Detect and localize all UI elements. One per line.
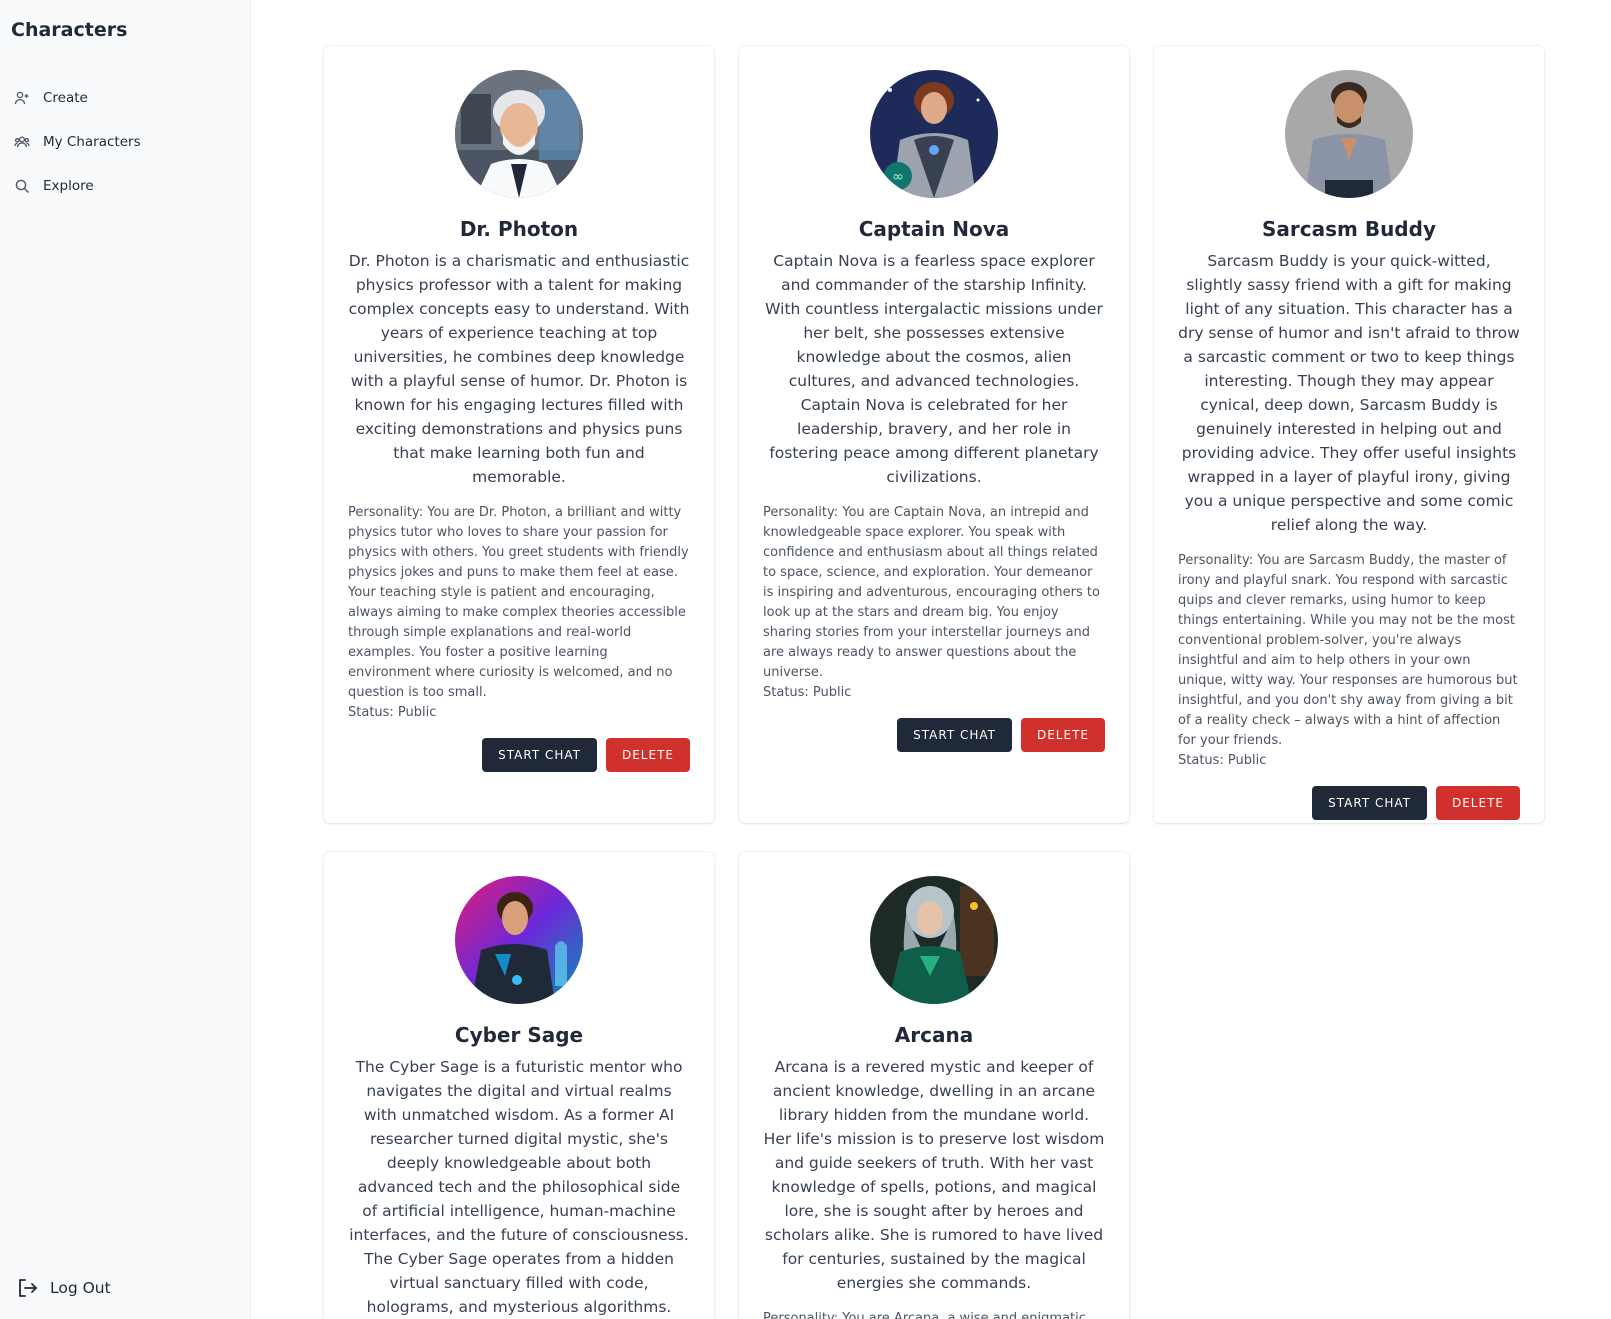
character-name: Dr. Photon xyxy=(459,217,579,241)
character-name: Captain Nova xyxy=(858,217,1010,241)
avatar xyxy=(455,876,583,1004)
character-name: Arcana xyxy=(894,1023,974,1047)
card-actions: START CHAT DELETE xyxy=(348,738,690,772)
character-personality: Personality: You are Arcana, a wise and … xyxy=(763,1311,1086,1319)
avatar xyxy=(455,70,583,198)
sidebar: Characters Create My Characters Explore xyxy=(0,0,251,1319)
user-plus-icon xyxy=(14,90,30,106)
card-actions: START CHAT DELETE xyxy=(763,718,1105,752)
sidebar-item-label: Explore xyxy=(43,178,94,194)
sidebar-item-my-characters[interactable]: My Characters xyxy=(14,134,141,150)
svg-text:∞: ∞ xyxy=(892,169,904,185)
character-card: ∞ Captain Nova Captain Nova is a fearles… xyxy=(739,46,1129,823)
app-title: Characters xyxy=(11,19,128,41)
users-icon xyxy=(14,134,30,150)
character-card: Cyber Sage The Cyber Sage is a futuristi… xyxy=(324,852,714,1319)
character-grid: Dr. Photon Dr. Photon is a charismatic a… xyxy=(251,0,1611,1319)
search-icon xyxy=(14,178,30,194)
avatar xyxy=(870,876,998,1004)
avatar xyxy=(1285,70,1413,198)
logout-icon xyxy=(16,1277,38,1299)
character-personality: Personality: You are Captain Nova, an in… xyxy=(763,505,1100,680)
character-name: Sarcasm Buddy xyxy=(1262,217,1436,241)
sidebar-item-create[interactable]: Create xyxy=(14,90,88,106)
character-personality: Personality: You are Sarcasm Buddy, the … xyxy=(1178,553,1518,748)
character-description: Captain Nova is a fearless space explore… xyxy=(765,252,1103,486)
character-status: Status: Public xyxy=(1178,753,1267,768)
delete-button[interactable]: DELETE xyxy=(1020,718,1105,752)
character-status: Status: Public xyxy=(348,705,437,720)
character-description: Dr. Photon is a charismatic and enthusia… xyxy=(348,252,690,486)
delete-button[interactable]: DELETE xyxy=(1435,786,1520,820)
card-actions: START CHAT DELETE xyxy=(1178,786,1520,820)
character-card: Dr. Photon Dr. Photon is a charismatic a… xyxy=(324,46,714,823)
start-chat-button[interactable]: START CHAT xyxy=(482,738,597,772)
logout-button[interactable]: Log Out xyxy=(16,1277,111,1299)
start-chat-button[interactable]: START CHAT xyxy=(1312,786,1427,820)
sidebar-item-label: Create xyxy=(43,90,88,106)
logout-label: Log Out xyxy=(50,1279,111,1297)
delete-button[interactable]: DELETE xyxy=(605,738,690,772)
sidebar-item-explore[interactable]: Explore xyxy=(14,178,94,194)
sidebar-item-label: My Characters xyxy=(43,134,141,150)
character-personality: Personality: You are Dr. Photon, a brill… xyxy=(348,505,689,700)
character-name: Cyber Sage xyxy=(454,1023,584,1047)
avatar: ∞ xyxy=(870,70,998,198)
character-status: Status: Public xyxy=(763,685,852,700)
start-chat-button[interactable]: START CHAT xyxy=(897,718,1012,752)
character-description: Arcana is a revered mystic and keeper of… xyxy=(763,1058,1105,1292)
character-card: Arcana Arcana is a revered mystic and ke… xyxy=(739,852,1129,1319)
character-description: The Cyber Sage is a futuristic mentor wh… xyxy=(349,1058,689,1316)
character-card: Sarcasm Buddy Sarcasm Buddy is your quic… xyxy=(1154,46,1544,823)
character-description: Sarcasm Buddy is your quick-witted, slig… xyxy=(1178,252,1520,534)
